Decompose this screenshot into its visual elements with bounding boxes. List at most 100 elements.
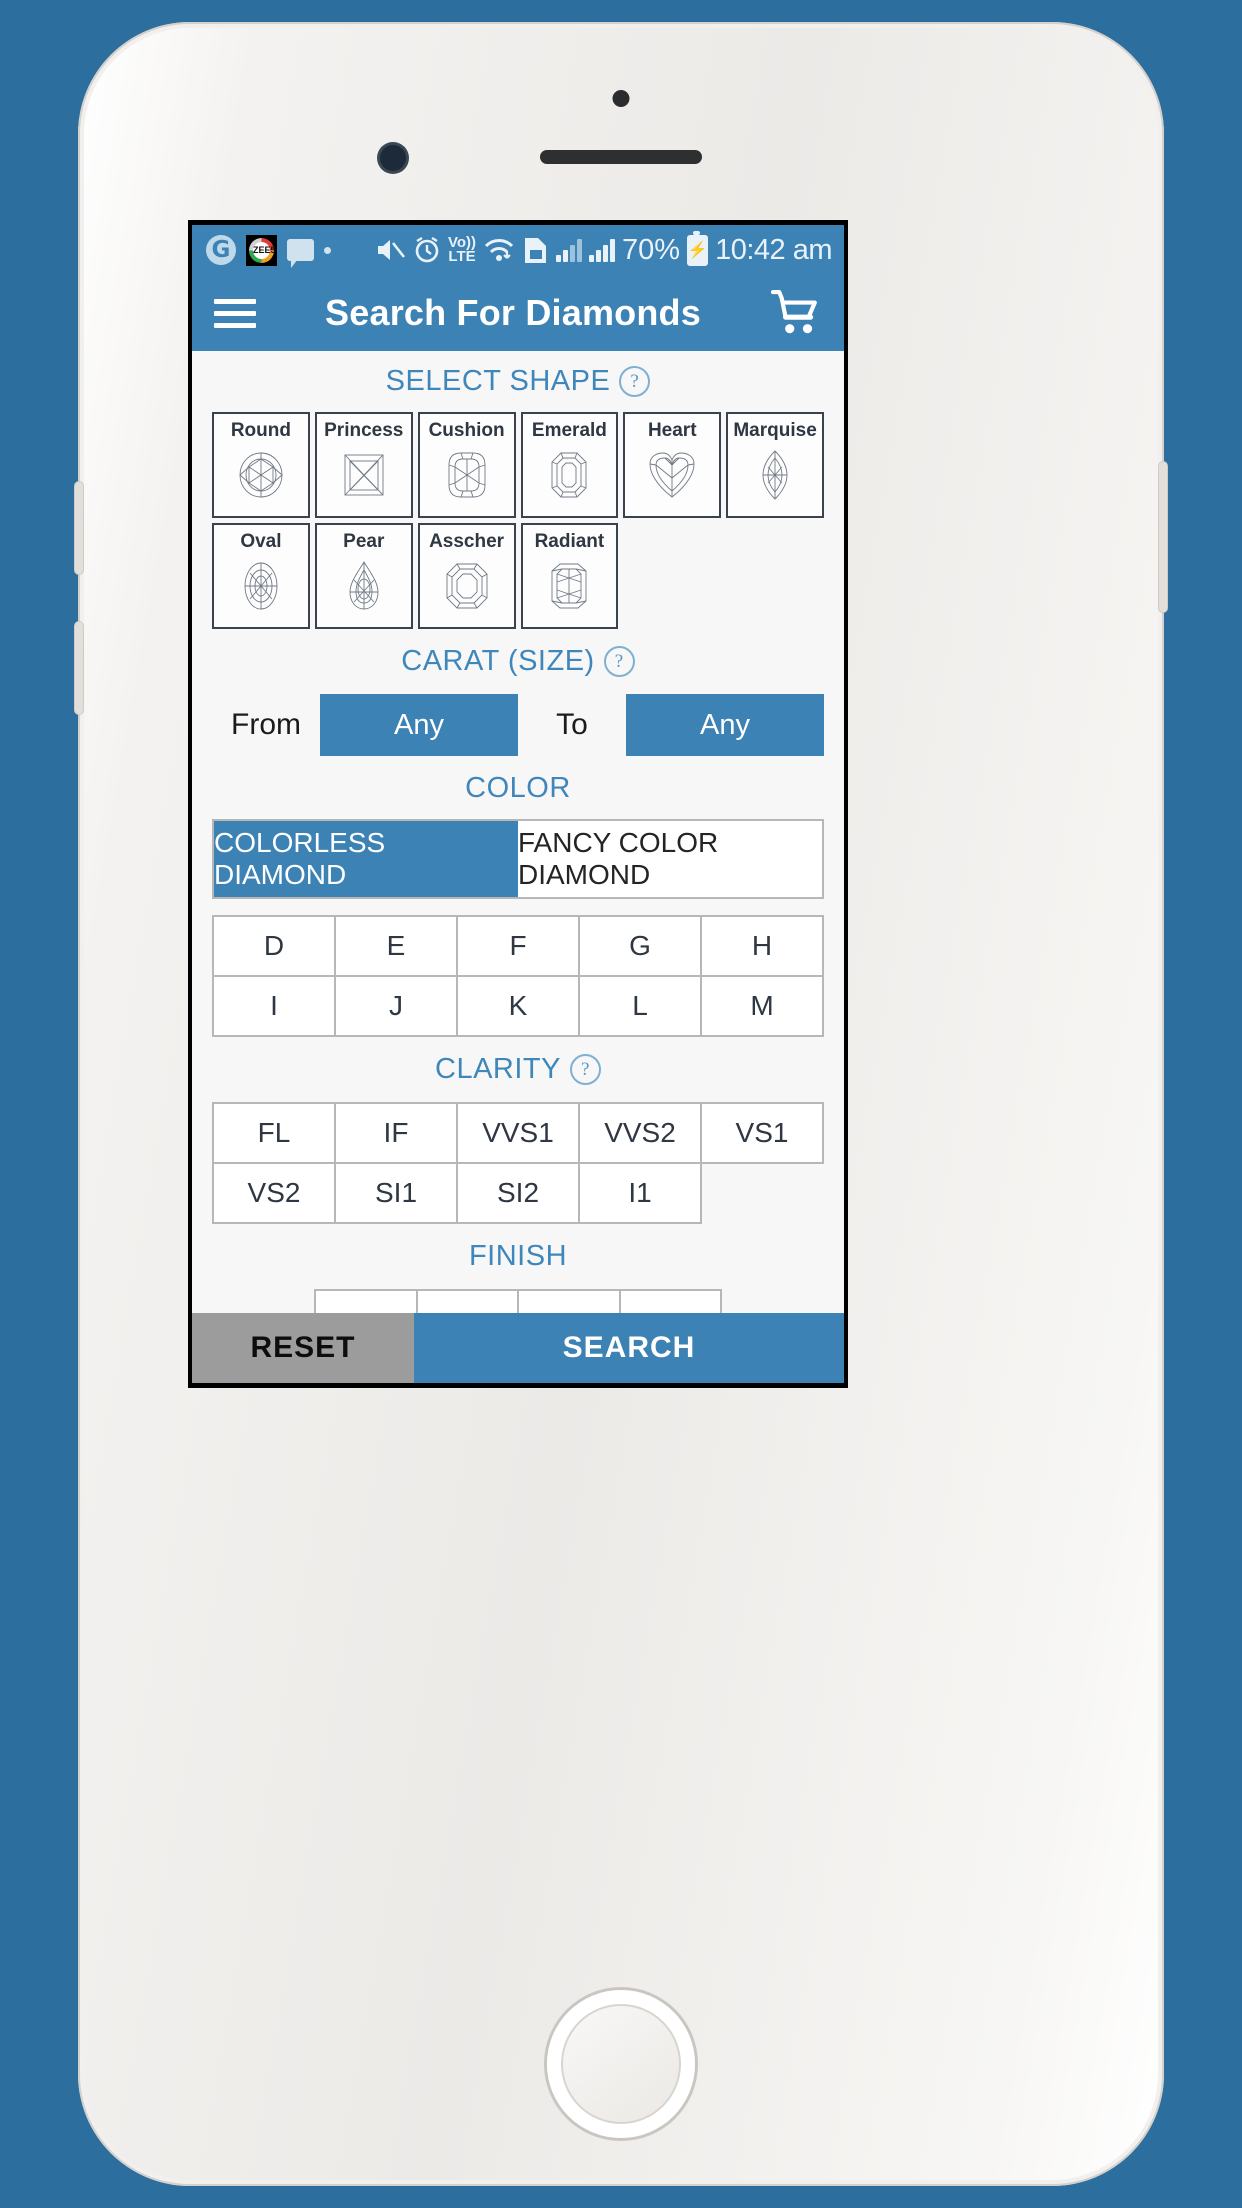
phone-frame: G ZEE5 Vo)) LTE 70% ⚡ 10:42 am Search Fo… bbox=[75, 22, 1167, 2186]
signal-1-icon bbox=[556, 238, 583, 262]
asscher-diamond-icon bbox=[446, 563, 488, 609]
carat-row: From Any To Any bbox=[192, 694, 844, 756]
select-shape-title: SELECT SHAPE ? bbox=[192, 365, 844, 398]
shape-label: Cushion bbox=[428, 420, 505, 441]
zee5-icon: ZEE5 bbox=[246, 234, 277, 266]
shopping-cart-icon[interactable] bbox=[770, 290, 822, 336]
color-grade-cell[interactable]: G bbox=[580, 917, 702, 977]
select-shape-label: SELECT SHAPE bbox=[385, 365, 611, 397]
color-grade-cell[interactable]: F bbox=[458, 917, 580, 977]
battery-icon: ⚡ bbox=[687, 230, 709, 266]
shape-tile-heart[interactable]: Heart bbox=[623, 412, 722, 518]
shape-grid: Round Princess Cushion Emerald Heart Mar… bbox=[192, 412, 844, 629]
carat-to-input[interactable]: Any bbox=[626, 694, 824, 756]
search-form: SELECT SHAPE ? Round Princess Cushion Em… bbox=[192, 351, 844, 1383]
clarity-grade-cell[interactable]: FL bbox=[214, 1104, 336, 1164]
shape-label: Oval bbox=[240, 531, 282, 552]
shape-label: Heart bbox=[647, 420, 697, 441]
finish-title: FINISH bbox=[192, 1240, 844, 1273]
dot-icon bbox=[324, 246, 331, 254]
shape-tile-oval[interactable]: Oval bbox=[212, 523, 310, 629]
volume-up-button[interactable] bbox=[75, 482, 83, 574]
shape-tile-emerald[interactable]: Emerald bbox=[520, 412, 619, 518]
shape-tile-marquise[interactable]: Marquise bbox=[726, 412, 824, 518]
color-grade-cell[interactable]: D bbox=[214, 917, 336, 977]
oval-diamond-icon bbox=[244, 562, 278, 610]
clarity-grade-cell[interactable]: SI1 bbox=[336, 1164, 458, 1224]
clarity-grade-cell[interactable]: VVS2 bbox=[580, 1104, 702, 1164]
footer-bar: RESET SEARCH bbox=[192, 1313, 844, 1383]
volte-icon: Vo)) LTE bbox=[447, 234, 477, 265]
alarm-icon bbox=[415, 236, 439, 263]
shape-tile-radiant[interactable]: Radiant bbox=[520, 523, 619, 629]
color-label: COLOR bbox=[465, 772, 571, 804]
color-grade-cell[interactable]: L bbox=[580, 977, 702, 1037]
shape-label: Emerald bbox=[531, 420, 607, 441]
carat-to-label: To bbox=[556, 708, 588, 741]
status-clock: 10:42 am bbox=[715, 233, 832, 266]
clarity-label: CLARITY bbox=[435, 1053, 561, 1085]
clarity-grade-cell[interactable]: I1 bbox=[580, 1164, 702, 1224]
power-button[interactable] bbox=[1159, 462, 1167, 612]
pear-diamond-icon bbox=[349, 561, 379, 610]
finish-label: FINISH bbox=[468, 1240, 568, 1272]
app-bar: Search For Diamonds bbox=[192, 275, 844, 351]
color-grade-cell[interactable]: K bbox=[458, 977, 580, 1037]
cushion-diamond-icon bbox=[448, 452, 486, 498]
carat-from-input[interactable]: Any bbox=[320, 694, 518, 756]
colorless-diamond-tab[interactable]: COLORLESS DIAMOND bbox=[214, 821, 518, 897]
color-grade-cell[interactable]: E bbox=[336, 917, 458, 977]
proximity-sensor bbox=[612, 90, 630, 107]
earpiece-speaker bbox=[540, 150, 702, 164]
color-grade-grid: D E F G H I J K L M bbox=[212, 915, 824, 1037]
round-diamond-icon bbox=[239, 452, 283, 498]
shape-tile-princess[interactable]: Princess bbox=[314, 412, 413, 518]
help-icon[interactable]: ? bbox=[569, 1054, 601, 1085]
color-grade-cell[interactable]: H bbox=[702, 917, 824, 977]
sim-icon bbox=[525, 237, 547, 263]
google-icon: G bbox=[206, 235, 236, 265]
carat-label: CARAT (SIZE) bbox=[401, 645, 595, 677]
shape-tile-pear[interactable]: Pear bbox=[314, 523, 413, 629]
clarity-grade-cell[interactable]: VS1 bbox=[702, 1104, 824, 1164]
phone-screen: G ZEE5 Vo)) LTE 70% ⚡ 10:42 am Search Fo… bbox=[188, 220, 848, 1388]
shape-tile-asscher[interactable]: Asscher bbox=[417, 523, 516, 629]
signal-2-icon bbox=[589, 238, 616, 262]
clarity-title: CLARITY ? bbox=[192, 1053, 844, 1086]
marquise-diamond-icon bbox=[762, 450, 788, 500]
emerald-diamond-icon bbox=[551, 452, 587, 498]
clarity-grade-cell[interactable]: VS2 bbox=[214, 1164, 336, 1224]
clarity-grade-cell[interactable]: IF bbox=[336, 1104, 458, 1164]
shape-tile-round[interactable]: Round bbox=[212, 412, 310, 518]
clarity-grade-cell[interactable]: VVS1 bbox=[458, 1104, 580, 1164]
reset-button[interactable]: RESET bbox=[192, 1313, 414, 1383]
shape-label: Pear bbox=[343, 531, 385, 552]
color-grade-cell[interactable]: M bbox=[702, 977, 824, 1037]
radiant-diamond-icon bbox=[551, 563, 587, 609]
fancy-color-diamond-tab[interactable]: FANCY COLOR DIAMOND bbox=[518, 821, 822, 897]
clarity-grade-cell-empty bbox=[702, 1164, 824, 1224]
battery-percent: 70% bbox=[622, 233, 681, 266]
search-button[interactable]: SEARCH bbox=[414, 1313, 844, 1383]
shape-label: Radiant bbox=[534, 531, 605, 552]
page-title: Search For Diamonds bbox=[325, 292, 701, 333]
help-icon[interactable]: ? bbox=[603, 646, 635, 677]
heart-diamond-icon bbox=[649, 452, 695, 498]
home-button[interactable] bbox=[547, 1990, 695, 2138]
hamburger-icon[interactable] bbox=[214, 292, 256, 335]
shape-label: Round bbox=[230, 420, 291, 441]
shape-tile-cushion[interactable]: Cushion bbox=[417, 412, 516, 518]
front-camera bbox=[380, 145, 406, 171]
help-icon[interactable]: ? bbox=[619, 366, 651, 397]
mute-icon bbox=[377, 240, 406, 260]
color-grade-cell[interactable]: J bbox=[336, 977, 458, 1037]
shape-label: Marquise bbox=[733, 420, 817, 441]
carat-from-label: From bbox=[231, 708, 301, 741]
status-bar: G ZEE5 Vo)) LTE 70% ⚡ 10:42 am bbox=[192, 225, 844, 275]
volume-down-button[interactable] bbox=[75, 622, 83, 714]
color-grade-cell[interactable]: I bbox=[214, 977, 336, 1037]
clarity-grade-grid: FL IF VVS1 VVS2 VS1 VS2 SI1 SI2 I1 bbox=[212, 1102, 824, 1224]
clarity-grade-cell[interactable]: SI2 bbox=[458, 1164, 580, 1224]
wifi-icon bbox=[484, 238, 514, 261]
shape-label: Princess bbox=[324, 420, 404, 441]
